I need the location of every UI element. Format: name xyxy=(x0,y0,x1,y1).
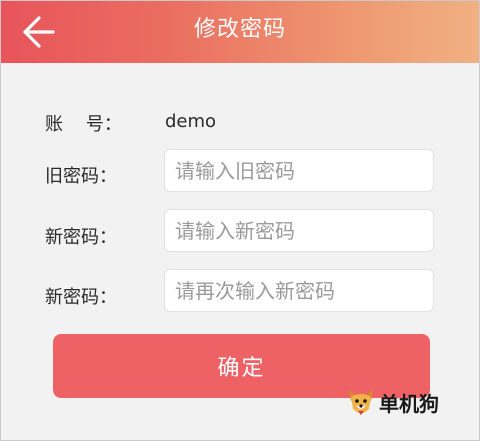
watermark-text: 单机狗 xyxy=(379,392,439,416)
old-password-field[interactable] xyxy=(164,149,434,192)
confirm-password-label: 新密码： xyxy=(45,287,117,308)
account-label: 账 号： xyxy=(45,114,122,135)
account-value: demo xyxy=(165,111,217,132)
app-frame: 修改密码 账 号： demo 旧密码： 新密码： 新密码： 确定 单机狗 xyxy=(0,0,480,441)
page-title: 修改密码 xyxy=(193,17,286,42)
new-password-field[interactable] xyxy=(164,209,434,252)
header-bar: 修改密码 xyxy=(1,1,479,63)
confirm-password-field[interactable] xyxy=(164,269,434,312)
old-password-label: 旧密码： xyxy=(45,166,117,187)
new-password-label: 新密码： xyxy=(45,227,117,248)
dog-mascot-icon xyxy=(349,389,373,415)
